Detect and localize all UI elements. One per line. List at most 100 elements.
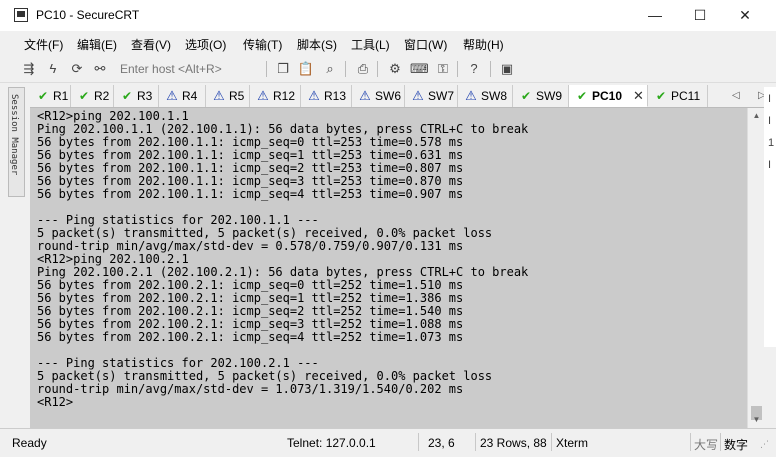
key-icon[interactable]: ⚿	[434, 60, 452, 78]
menu-edit[interactable]: 编辑(E)	[77, 36, 117, 53]
tab-r2[interactable]: ✔ R2	[71, 85, 114, 107]
connect-icon[interactable]: ⇶	[20, 60, 38, 78]
menu-script[interactable]: 脚本(S)	[297, 36, 337, 53]
minimize-button[interactable]: —	[632, 0, 678, 31]
copy-icon[interactable]: ❐	[274, 60, 292, 78]
tab-label: R1	[53, 89, 69, 103]
tab-label: PC10	[592, 89, 623, 103]
tab-label: R4	[182, 89, 198, 103]
print-icon[interactable]: ⎙	[354, 60, 372, 78]
tab-sw7[interactable]: ⚠ SW7	[405, 85, 458, 107]
tab-pc10[interactable]: ✔ PC10 ✕	[569, 85, 648, 107]
find-icon[interactable]: ⌕	[321, 60, 339, 78]
terminal-scrollbar[interactable]: ▲ ▼	[747, 108, 765, 428]
tab-scroll-left-icon[interactable]: ◁	[732, 85, 740, 107]
status-separator	[720, 433, 721, 451]
menu-window[interactable]: 窗口(W)	[404, 36, 447, 53]
background-char: 1	[768, 137, 775, 149]
warning-icon: ⚠	[213, 88, 225, 103]
status-num-lock: 数字	[724, 438, 749, 452]
quick-connect-icon[interactable]: ϟ	[44, 60, 62, 78]
session-tab-bar: ✔ R1 ✔ R2 ✔ R3 ⚠ R4 ⚠ R5 ⚠ R12 ⚠ R13 ⚠ SW6 ⚠ SW7 …	[30, 85, 776, 108]
check-icon: ✔	[576, 89, 588, 103]
terminal-line: <R12>	[37, 395, 74, 409]
resize-grip-icon[interactable]: ⋰	[760, 439, 769, 450]
keymap-icon[interactable]: ⌨	[410, 60, 429, 78]
tab-r5[interactable]: ⚠ R5	[206, 85, 250, 107]
gear-icon[interactable]: ⚙	[386, 60, 404, 78]
warning-icon: ⚠	[308, 88, 320, 103]
background-char: I	[768, 159, 772, 171]
terminal-line: 56 bytes from 202.100.1.1: icmp_seq=4 tt…	[37, 187, 464, 201]
paste-icon[interactable]: 📋	[297, 60, 315, 78]
check-icon: ✔	[121, 89, 133, 103]
tab-r1[interactable]: ✔ R1	[30, 85, 71, 107]
help-icon[interactable]: ?	[465, 60, 483, 78]
window-title: PC10 - SecureCRT	[36, 8, 140, 22]
status-separator	[690, 433, 691, 451]
tab-r4[interactable]: ⚠ R4	[159, 85, 206, 107]
background-window-edge: I I 1 I	[764, 87, 776, 347]
warning-icon: ⚠	[359, 88, 371, 103]
terminal-line: 56 bytes from 202.100.2.1: icmp_seq=4 tt…	[37, 330, 464, 344]
check-icon: ✔	[37, 89, 49, 103]
terminal-line: 5 packet(s) transmitted, 5 packet(s) rec…	[37, 226, 493, 240]
scroll-down-icon[interactable]: ▼	[748, 412, 765, 428]
enter-host-input[interactable]: Enter host <Alt+R>	[116, 60, 266, 78]
menu-options[interactable]: 选项(O)	[185, 36, 226, 53]
tab-label: R13	[324, 89, 347, 103]
tab-label: SW8	[481, 89, 508, 103]
menu-tools[interactable]: 工具(L)	[351, 36, 390, 53]
status-cursor-position: 23, 6	[428, 436, 455, 450]
menu-file[interactable]: 文件(F)	[24, 36, 63, 53]
terminal-line: 56 bytes from 202.100.1.1: icmp_seq=0 tt…	[37, 135, 464, 149]
menu-help[interactable]: 帮助(H)	[463, 36, 504, 53]
reconnect-icon[interactable]: ⟳	[68, 60, 86, 78]
toolbar-separator	[490, 61, 491, 77]
terminal-output: <R12>ping 202.100.1.1 Ping 202.100.1.1 (…	[37, 110, 528, 409]
tab-label: SW6	[375, 89, 402, 103]
status-bar: Ready Telnet: 127.0.0.1 23, 6 23 Rows, 8…	[0, 428, 776, 457]
disconnect-icon[interactable]: ⚯	[91, 60, 109, 78]
tab-close-icon[interactable]: ✕	[633, 85, 644, 107]
terminal-line: 56 bytes from 202.100.2.1: icmp_seq=3 tt…	[37, 317, 464, 331]
toolbar-separator	[457, 61, 458, 77]
terminal-line: round-trip min/avg/max/std-dev = 1.073/1…	[37, 382, 464, 396]
tab-sw9[interactable]: ✔ SW9	[513, 85, 569, 107]
tab-r3[interactable]: ✔ R3	[114, 85, 159, 107]
tab-r13[interactable]: ⚠ R13	[301, 85, 352, 107]
tab-label: R2	[94, 89, 110, 103]
toolbar: ⇶ ϟ ⟳ ⚯ Enter host <Alt+R> ❐ 📋 ⌕ ⎙ ⚙ ⌨ ⚿…	[0, 56, 776, 83]
status-separator	[475, 433, 476, 451]
toolbar-separator	[345, 61, 346, 77]
tab-label: SW7	[428, 89, 455, 103]
terminal-line: --- Ping statistics for 202.100.2.1 ---	[37, 356, 319, 370]
terminal-line: 56 bytes from 202.100.1.1: icmp_seq=3 tt…	[37, 174, 464, 188]
warning-icon: ⚠	[166, 88, 178, 103]
check-icon: ✔	[655, 89, 667, 103]
scroll-up-icon[interactable]: ▲	[748, 108, 765, 124]
status-ready: Ready	[12, 436, 47, 450]
status-connection: Telnet: 127.0.0.1	[287, 436, 376, 450]
menu-view[interactable]: 查看(V)	[131, 36, 171, 53]
status-caps-lock: 大写	[694, 438, 719, 452]
toolbar-separator	[266, 61, 267, 77]
tab-sw8[interactable]: ⚠ SW8	[458, 85, 513, 107]
terminal-line: --- Ping statistics for 202.100.1.1 ---	[37, 213, 319, 227]
status-emulation: Xterm	[556, 436, 589, 450]
close-window-button[interactable]: ✕	[722, 0, 768, 31]
screen-icon[interactable]: ▣	[498, 60, 516, 78]
tab-pc11[interactable]: ✔ PC11	[648, 85, 708, 107]
title-bar: PC10 - SecureCRT — ☐ ✕	[0, 0, 776, 31]
maximize-button[interactable]: ☐	[677, 0, 723, 31]
status-separator	[551, 433, 552, 451]
terminal-line: 56 bytes from 202.100.2.1: icmp_seq=0 tt…	[37, 278, 464, 292]
terminal-view[interactable]: <R12>ping 202.100.1.1 Ping 202.100.1.1 (…	[30, 108, 747, 428]
tab-r12[interactable]: ⚠ R12	[250, 85, 301, 107]
terminal-line: round-trip min/avg/max/std-dev = 0.578/0…	[37, 239, 464, 253]
terminal-line: <R12>ping 202.100.2.1	[37, 252, 189, 266]
terminal-line: <R12>ping 202.100.1.1	[37, 109, 189, 123]
tab-sw6[interactable]: ⚠ SW6	[352, 85, 405, 107]
session-manager-tab[interactable]: Session Manager	[8, 87, 25, 197]
menu-transfer[interactable]: 传输(T)	[243, 36, 282, 53]
